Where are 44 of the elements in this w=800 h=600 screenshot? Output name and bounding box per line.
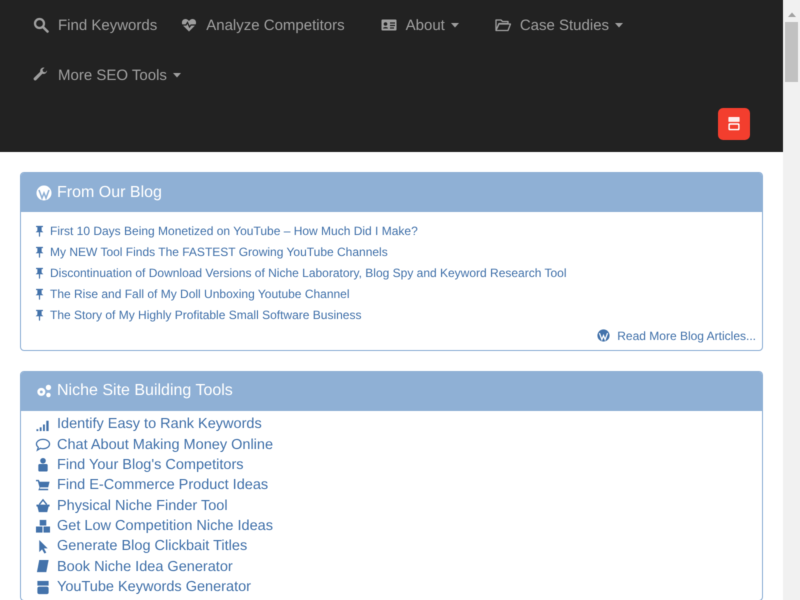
panel-title: Niche Site Building Tools	[57, 382, 233, 400]
scrollbar[interactable]	[783, 0, 800, 600]
blog-post-link[interactable]: Discontinuation of Download Versions of Niche Laboratory, Blog Spy and Keyword Research Tool	[50, 266, 567, 280]
pin-icon	[35, 309, 44, 322]
tool-link[interactable]: Identify Easy to Rank Keywords	[57, 416, 262, 432]
cubes-icon	[35, 518, 51, 534]
wrench-icon	[33, 67, 49, 83]
tool-link[interactable]: Find Your Blog's Competitors	[57, 456, 244, 473]
pin-icon	[35, 288, 44, 300]
social-button[interactable]	[718, 108, 750, 140]
blog-post-link[interactable]: The Rise and Fall of My Doll Unboxing Youtube Channel	[50, 287, 350, 302]
tool-link[interactable]: YouTube Keywords Generator	[57, 579, 251, 596]
nav-link[interactable]: Analyze Competitors	[175, 0, 363, 50]
heartbeat-icon	[181, 17, 198, 33]
pin-icon	[35, 266, 44, 279]
folder-icon	[494, 17, 511, 33]
speech-bubble-icon	[35, 437, 51, 452]
scroll-up-icon[interactable]	[788, 12, 796, 17]
read-more-link[interactable]: Read More Blog Articles...	[617, 328, 756, 343]
scrollbar-thumb[interactable]	[785, 22, 798, 82]
tool-link[interactable]: Chat About Making Money Online	[57, 436, 274, 453]
blog-post-link[interactable]: First 10 Days Being Monetized on YouTube – How Much Did I Make?	[50, 224, 418, 238]
wordpress-icon	[36, 184, 52, 200]
nav-link[interactable]: Find Keywords	[15, 0, 176, 50]
book-icon	[35, 559, 51, 574]
tool-link[interactable]: Find E-Commerce Product Ideas	[57, 477, 268, 494]
nav-link[interactable]: More SEO Tools	[15, 50, 199, 100]
pin-icon	[35, 224, 44, 237]
blog-post-link[interactable]: My NEW Tool Finds The FASTEST Growing YouTube Channels	[50, 244, 388, 259]
basket-icon	[35, 498, 51, 514]
blog-post-link[interactable]: The Story of My Highly Profitable Small Software Business	[50, 308, 362, 322]
panel-title: From Our Blog	[57, 184, 162, 202]
cart-icon	[35, 478, 51, 493]
tool-link[interactable]: Physical Niche Finder Tool	[57, 498, 228, 514]
gears-icon	[36, 383, 52, 400]
search-icon	[33, 17, 49, 33]
tool-link[interactable]: Generate Blog Clickbait Titles	[57, 538, 248, 554]
id-card-icon	[380, 17, 397, 33]
pin-icon	[35, 246, 44, 258]
nav-link[interactable]: Case Studies	[476, 0, 642, 50]
nav-link[interactable]: About	[362, 0, 477, 50]
tool-link[interactable]: Get Low Competition Niche Ideas	[57, 518, 273, 534]
tool-link[interactable]: Book Niche Idea Generator	[57, 558, 233, 575]
wordpress-icon	[597, 329, 610, 342]
